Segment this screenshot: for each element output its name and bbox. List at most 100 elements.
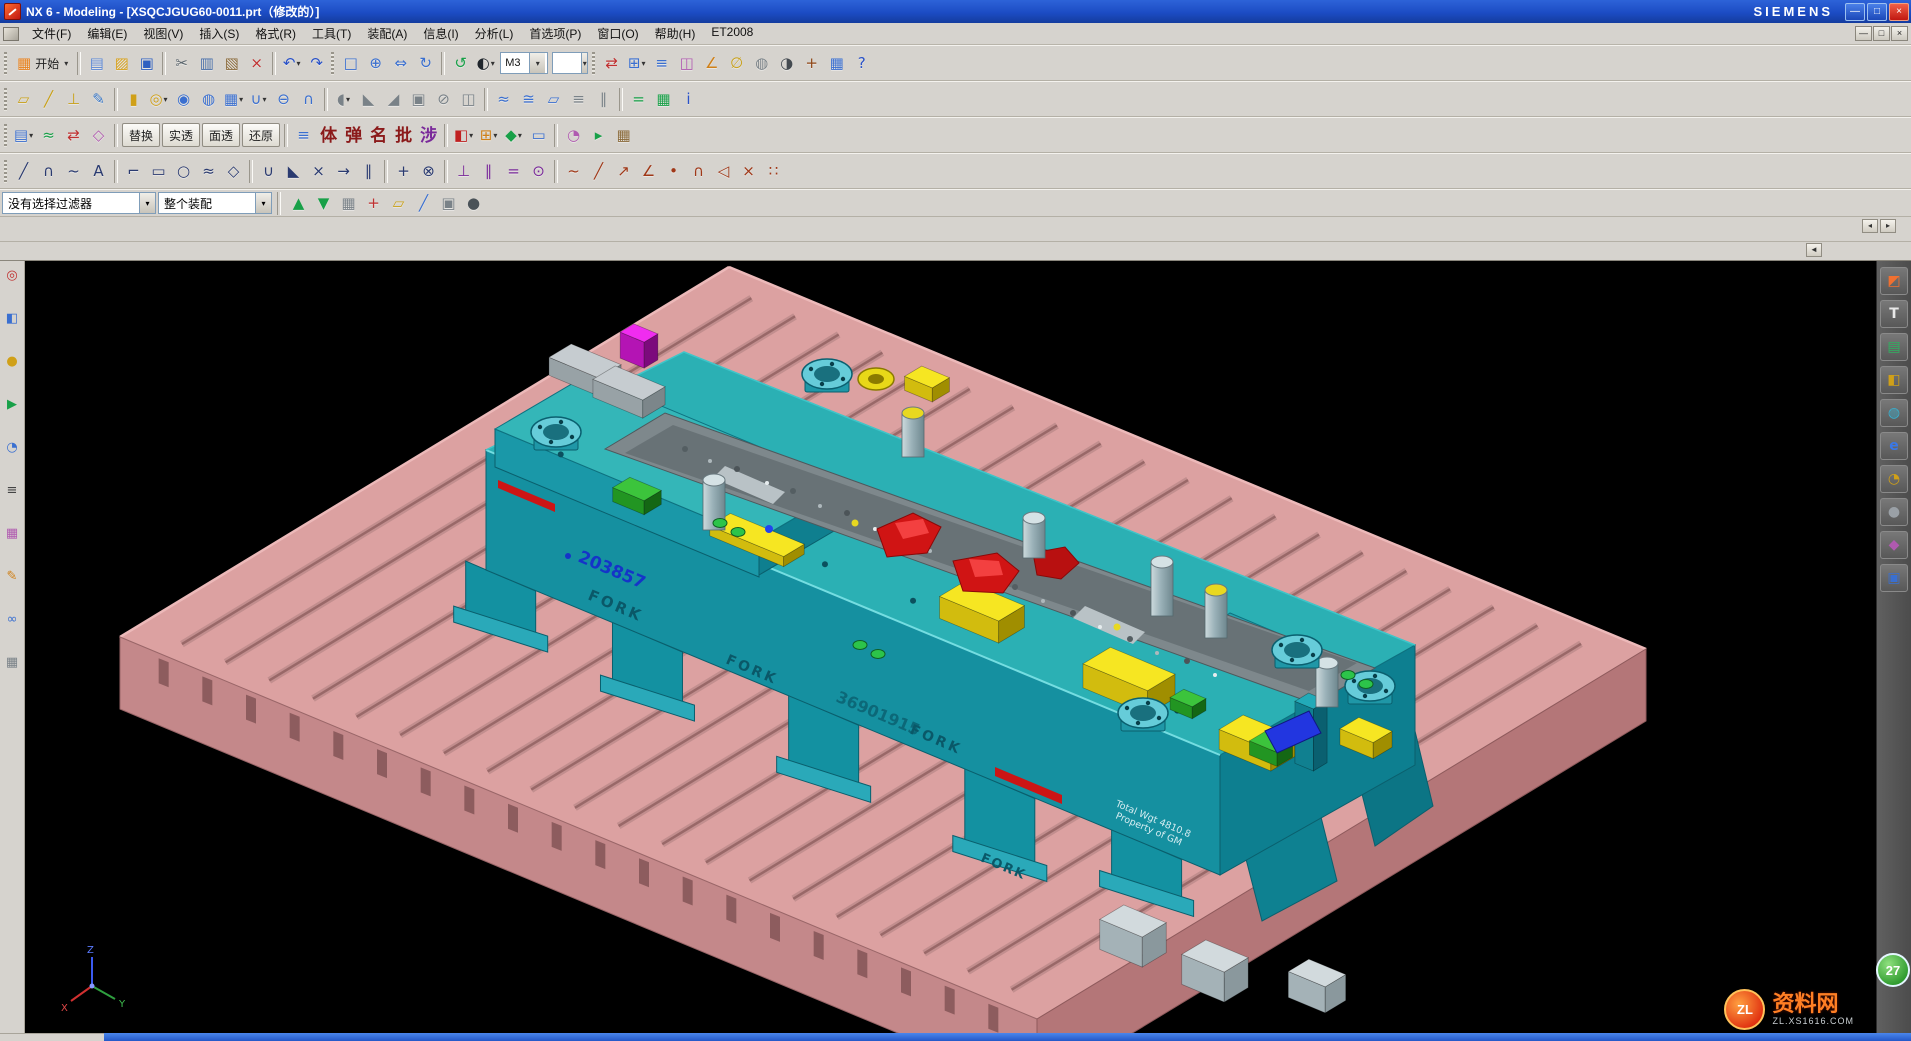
edge-blend-button[interactable]: ◖▾ [331,86,356,113]
delete-button[interactable]: × [244,50,269,77]
snap-angle-button[interactable]: ∠ [699,50,724,77]
chevron-down-icon[interactable]: ▾ [529,53,545,73]
reference-sets-button[interactable]: ▤▾ [11,122,36,149]
toolbar-grip[interactable] [4,88,7,111]
sketch-line-button[interactable]: ╱ [586,158,611,185]
move-down-button[interactable]: ▼ [311,190,336,217]
mdi-minimize-button[interactable]: — [1855,26,1872,41]
direction-arrow-button[interactable]: ↗ [611,158,636,185]
unite-dropdown-icon[interactable]: ▾ [262,95,266,104]
standard-parts-dropdown-icon[interactable]: ▾ [493,131,497,140]
plane-filter-button[interactable]: ▱ [386,190,411,217]
hd3d-tool-button[interactable]: ◍ [1880,399,1908,427]
link-chain-button[interactable]: ∞ [2,609,23,630]
move-component-button[interactable]: ⇄ [599,50,624,77]
thicken-button[interactable]: ≡ [566,86,591,113]
extrude-button[interactable]: ▮ [121,86,146,113]
polygon-tool-button[interactable]: ◇ [221,158,246,185]
menu-item-help[interactable]: 帮助(H) [647,23,704,44]
strip-layout-button[interactable]: ▭ [526,122,551,149]
shaded-sphere-button[interactable]: ● [2,351,23,372]
die-engineering-button[interactable]: ◆▾ [501,122,526,149]
menu-item-file[interactable]: 文件(F) [24,23,79,44]
system-materials-button[interactable]: ● [1880,498,1908,526]
menu-item-analysis[interactable]: 分析(L) [467,23,522,44]
web-browser-button[interactable]: e [1880,432,1908,460]
roles-button[interactable]: ▣ [1880,564,1908,592]
menu-item-preferences[interactable]: 首选项(P) [521,23,589,44]
menu-item-tools[interactable]: 工具(T) [304,23,359,44]
menu-item-assemblies[interactable]: 装配(A) [359,23,415,44]
swept-button[interactable]: ≈ [491,86,516,113]
pan-button[interactable]: ⇔ [388,50,413,77]
solid-translucent-button[interactable]: 实透 [162,123,200,147]
assembly-navigator-button[interactable]: ◩ [1880,267,1908,295]
tangent-constraint-button[interactable]: ⊙ [526,158,551,185]
arc-button[interactable]: ∩ [36,158,61,185]
cue-scroll-left-button[interactable]: ◄ [1806,243,1822,257]
point-red-button[interactable]: • [661,158,686,185]
toolbar-grip[interactable] [592,52,595,75]
graphics-viewport[interactable]: 203857 FORK FORK 36901915 FORK FORK Tota… [25,261,1876,1033]
chevron-down-icon[interactable]: ▾ [581,53,587,73]
undo-dropdown-icon[interactable]: ▾ [297,59,301,68]
edge-filter-button[interactable]: ╱ [411,190,436,217]
spreadsheet-button[interactable]: ▦ [651,86,676,113]
subtract-button[interactable]: ⊖ [271,86,296,113]
circle-button[interactable]: ○ [171,158,196,185]
profile-button[interactable]: ⌐ [121,158,146,185]
perpendicular-constraint-button[interactable]: ⊥ [451,158,476,185]
assembly-constraints-dropdown-icon[interactable]: ▾ [642,59,646,68]
datum-axis-button[interactable]: ╱ [36,86,61,113]
studio-spline-button[interactable]: ≈ [196,158,221,185]
chevron-down-icon[interactable]: ▾ [255,193,271,213]
pattern-feature-dropdown-icon[interactable]: ▾ [239,95,243,104]
zoom-in-button[interactable]: ⊕ [363,50,388,77]
parallel-constraint-button[interactable]: ∥ [476,158,501,185]
scroll-right-mini-button[interactable]: ▸ [1880,219,1896,233]
chamfer-button[interactable]: ◣ [356,86,381,113]
menu-item-edit[interactable]: 编辑(E) [79,23,135,44]
boss-button[interactable]: ◍ [196,86,221,113]
maximize-button[interactable]: □ [1867,3,1887,21]
shell-button[interactable]: ▣ [406,86,431,113]
select-target-button[interactable]: ◎ [2,265,23,286]
process-studio-button[interactable]: ◆ [1880,531,1908,559]
measure-button[interactable]: ∅ [724,50,749,77]
standard-parts-button[interactable]: ⊞▾ [476,122,501,149]
view-section-button[interactable]: ◫ [674,50,699,77]
toolbar-grip[interactable] [331,52,334,75]
menu-item-insert[interactable]: 插入(S) [191,23,247,44]
interpart-copy-button[interactable]: ⇄ [61,122,86,149]
refresh-button[interactable]: ↺ [448,50,473,77]
chamfer-sketch-button[interactable]: ◣ [281,158,306,185]
body-tool-button[interactable]: 体 [316,122,341,149]
layer-settings-button[interactable]: ≡ [649,50,674,77]
menu-item-information[interactable]: 信息(I) [415,23,466,44]
tooling-check-button[interactable]: ◔ [561,122,586,149]
operation-list-button[interactable]: ≡ [2,480,23,501]
cross-mark-button[interactable]: × [736,158,761,185]
history-button[interactable]: ◔ [1880,465,1908,493]
render-style-button[interactable]: ◐▾ [473,50,498,77]
mirror-curve-button[interactable]: ◁ [711,158,736,185]
offset-curve-button[interactable]: ∥ [356,158,381,185]
menu-item-window[interactable]: 窗口(O) [589,23,646,44]
body-filter-button[interactable]: ● [461,190,486,217]
view-combo[interactable]: M3▾ [500,52,548,74]
sketch-pencil-button[interactable]: ✎ [2,566,23,587]
offset-surface-button[interactable]: ∥ [591,86,616,113]
information-button[interactable]: i [676,86,701,113]
intersect-button[interactable]: ∩ [296,86,321,113]
wcs-triad[interactable]: Z X Y [61,945,126,1014]
open-button[interactable]: ▨ [109,50,134,77]
divide-curve-button[interactable]: ∷ [761,158,786,185]
start-button[interactable]: ▦开始▾ [11,50,74,77]
point-tool-button[interactable]: + [391,158,416,185]
chevron-down-icon[interactable]: ▾ [139,193,155,213]
spring-tool-button[interactable]: 弹 [341,122,366,149]
equal-constraint-button[interactable]: = [501,158,526,185]
constraint-navigator-button[interactable]: T [1880,300,1908,328]
redo-button[interactable]: ↷ [304,50,329,77]
toolbar-grip[interactable] [4,52,7,75]
